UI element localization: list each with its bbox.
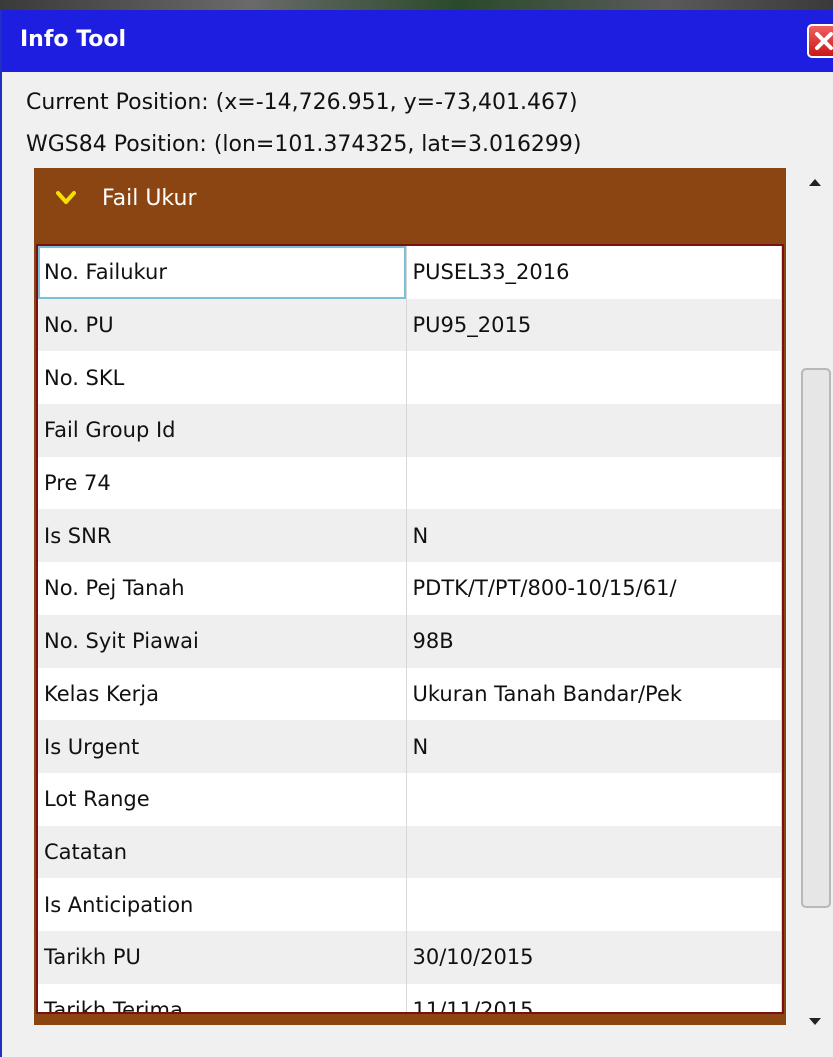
scroll-thumb[interactable] <box>801 368 831 908</box>
table-row[interactable]: Fail Group Id <box>38 404 782 457</box>
property-value[interactable]: PUSEL33_2016 <box>406 246 782 299</box>
property-name[interactable]: Catatan <box>38 825 407 879</box>
scroll-down-button[interactable] <box>797 1008 833 1038</box>
property-value[interactable]: 11/11/2015 <box>406 983 782 1012</box>
panel-title: Fail Ukur <box>102 186 197 211</box>
property-name[interactable]: No. Syit Piawai <box>38 614 407 668</box>
property-value[interactable]: PDTK/T/PT/800-10/15/61/ <box>406 562 782 615</box>
property-name[interactable]: Is Urgent <box>38 720 407 773</box>
vertical-scrollbar[interactable] <box>797 168 833 1038</box>
property-name[interactable]: Fail Group Id <box>38 404 407 457</box>
table-row[interactable]: No. PU PU95_2015 <box>38 298 782 352</box>
table-row[interactable]: Lot Range <box>38 772 782 826</box>
property-value[interactable] <box>406 351 782 405</box>
property-value[interactable]: Ukuran Tanah Bandar/Pek <box>406 667 782 721</box>
table-row[interactable]: No. Syit Piawai 98B <box>38 614 782 668</box>
table-row[interactable]: Tarikh PU 30/10/2015 <box>38 930 782 984</box>
property-value[interactable]: 30/10/2015 <box>406 930 782 984</box>
table-row[interactable]: Is SNR N <box>38 509 782 563</box>
table-row[interactable]: No. Pej Tanah PDTK/T/PT/800-10/15/61/ <box>38 562 782 615</box>
property-value[interactable]: 98B <box>406 614 782 668</box>
property-name[interactable]: Kelas Kerja <box>38 667 407 721</box>
property-value[interactable] <box>406 404 782 457</box>
property-name[interactable]: Tarikh Terima <box>38 983 407 1012</box>
property-name[interactable]: No. SKL <box>38 351 407 405</box>
property-name[interactable]: No. Failukur <box>38 246 407 299</box>
property-name[interactable]: Is SNR <box>38 509 407 563</box>
property-value[interactable]: N <box>406 509 782 563</box>
wgs84-position-text: WGS84 Position: (lon=101.374325, lat=3.0… <box>26 132 582 157</box>
panel-header[interactable]: Fail Ukur <box>34 168 786 232</box>
table-row[interactable]: Is Anticipation <box>38 878 782 931</box>
table-row[interactable]: Tarikh Terima 11/11/2015 <box>38 983 782 1012</box>
property-value[interactable] <box>406 456 782 510</box>
property-value[interactable] <box>406 878 782 931</box>
close-button[interactable] <box>807 24 833 58</box>
property-value[interactable] <box>406 772 782 826</box>
property-value[interactable]: PU95_2015 <box>406 298 782 352</box>
window-title: Info Tool <box>20 27 127 52</box>
table-row[interactable]: Is Urgent N <box>38 720 782 773</box>
fail-ukur-panel: Fail Ukur No. Failukur PUSEL33_2016 No. PU… <box>34 168 786 1025</box>
property-name[interactable]: Lot Range <box>38 772 407 826</box>
property-name[interactable]: Tarikh PU <box>38 930 407 984</box>
property-name[interactable]: Pre 74 <box>38 456 407 510</box>
panel-footer <box>34 1014 786 1025</box>
scroll-up-button[interactable] <box>797 168 833 198</box>
current-position-text: Current Position: (x=-14,726.951, y=-73,… <box>26 90 578 115</box>
property-name[interactable]: No. PU <box>38 298 407 352</box>
property-value[interactable] <box>406 825 782 879</box>
property-name[interactable]: Is Anticipation <box>38 878 407 931</box>
scroll-down-arrow-icon <box>809 1018 821 1025</box>
table-row[interactable]: Kelas Kerja Ukuran Tanah Bandar/Pek <box>38 667 782 721</box>
scroll-up-arrow-icon <box>809 179 821 186</box>
table-row[interactable]: No. SKL <box>38 351 782 405</box>
table-row[interactable]: No. Failukur PUSEL33_2016 <box>38 246 782 299</box>
chevron-down-icon[interactable] <box>56 190 76 206</box>
close-icon <box>815 32 833 50</box>
property-value[interactable]: N <box>406 720 782 773</box>
properties-table: No. Failukur PUSEL33_2016 No. PU PU95_2015 N… <box>36 244 784 1014</box>
table-row[interactable]: Pre 74 <box>38 456 782 510</box>
property-name[interactable]: No. Pej Tanah <box>38 562 407 615</box>
title-bar[interactable]: Info Tool <box>2 10 833 72</box>
table-row[interactable]: Catatan <box>38 825 782 879</box>
